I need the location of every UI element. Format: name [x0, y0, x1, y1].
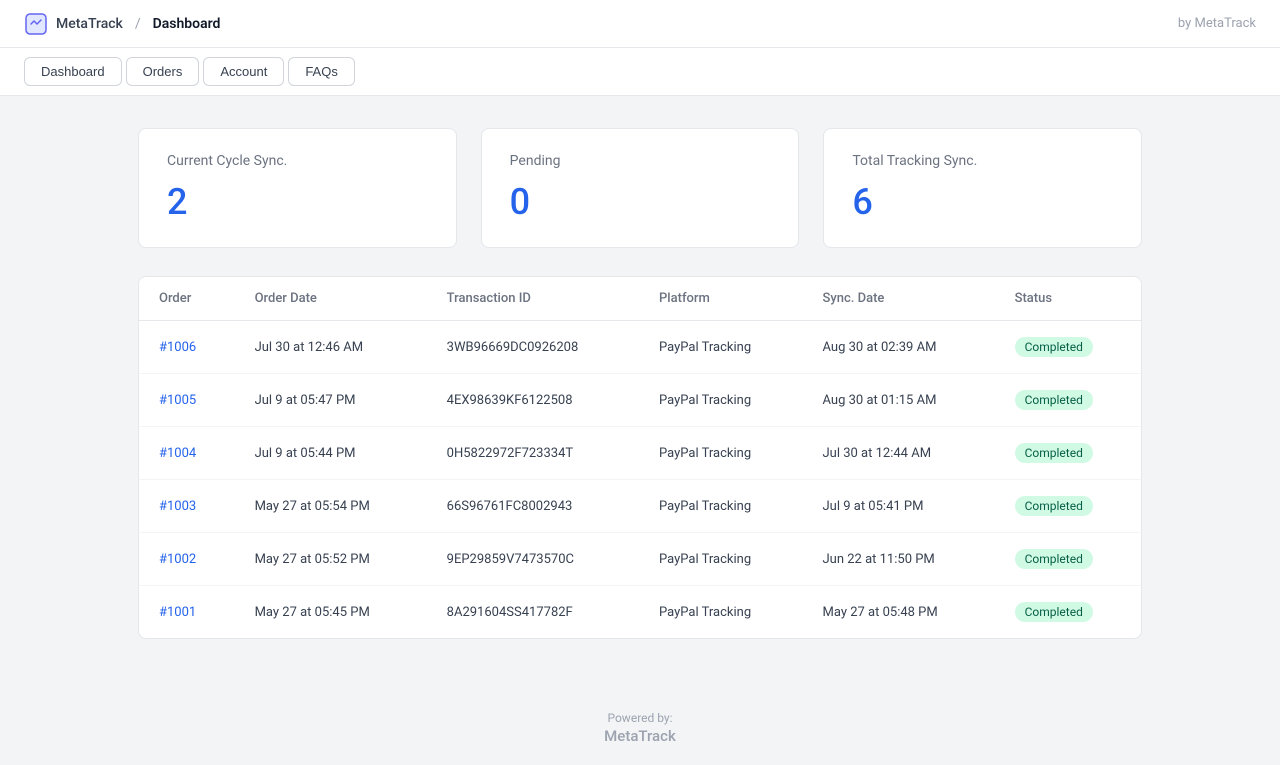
cell-order-date-4: May 27 at 05:52 PM	[235, 533, 427, 586]
table-row: #1005 Jul 9 at 05:47 PM 4EX98639KF612250…	[139, 374, 1141, 427]
cell-status-0: Completed	[995, 321, 1141, 374]
cell-order-date-5: May 27 at 05:45 PM	[235, 586, 427, 639]
col-platform: Platform	[639, 277, 803, 321]
cell-order-2[interactable]: #1004	[139, 427, 235, 480]
cell-order-5[interactable]: #1001	[139, 586, 235, 639]
cell-platform-5: PayPal Tracking	[639, 586, 803, 639]
stat-card-pending: Pending 0	[481, 128, 800, 248]
nav-account[interactable]: Account	[203, 57, 284, 86]
orders-table-container: Order Order Date Transaction ID Platform…	[138, 276, 1142, 639]
status-badge-1: Completed	[1015, 390, 1093, 410]
status-badge-4: Completed	[1015, 549, 1093, 569]
header-page: Dashboard	[153, 16, 221, 32]
header-by: by MetaTrack	[1178, 16, 1256, 31]
stat-card-current-cycle-sync: Current Cycle Sync. 2	[138, 128, 457, 248]
stats-row: Current Cycle Sync. 2 Pending 0 Total Tr…	[138, 128, 1142, 248]
status-badge-3: Completed	[1015, 496, 1093, 516]
header-brand: MetaTrack	[56, 16, 123, 32]
status-badge-0: Completed	[1015, 337, 1093, 357]
cell-status-3: Completed	[995, 480, 1141, 533]
stat-label-current-cycle-sync: Current Cycle Sync.	[167, 153, 428, 169]
cell-order-date-1: Jul 9 at 05:47 PM	[235, 374, 427, 427]
main-content: Current Cycle Sync. 2 Pending 0 Total Tr…	[90, 96, 1190, 671]
cell-sync-date-5: May 27 at 05:48 PM	[803, 586, 995, 639]
cell-sync-date-4: Jun 22 at 11:50 PM	[803, 533, 995, 586]
header-left: MetaTrack / Dashboard	[24, 12, 220, 36]
order-link-1[interactable]: #1005	[159, 393, 196, 408]
cell-transaction-id-1: 4EX98639KF6122508	[427, 374, 639, 427]
cell-order-4[interactable]: #1002	[139, 533, 235, 586]
stat-label-total-tracking-sync: Total Tracking Sync.	[852, 153, 1113, 169]
col-sync-date: Sync. Date	[803, 277, 995, 321]
cell-transaction-id-4: 9EP29859V7473570C	[427, 533, 639, 586]
cell-platform-2: PayPal Tracking	[639, 427, 803, 480]
cell-sync-date-3: Jul 9 at 05:41 PM	[803, 480, 995, 533]
table-header: Order Order Date Transaction ID Platform…	[139, 277, 1141, 321]
cell-platform-0: PayPal Tracking	[639, 321, 803, 374]
table-row: #1006 Jul 30 at 12:46 AM 3WB96669DC09262…	[139, 321, 1141, 374]
stat-card-total-tracking-sync: Total Tracking Sync. 6	[823, 128, 1142, 248]
cell-platform-3: PayPal Tracking	[639, 480, 803, 533]
cell-sync-date-1: Aug 30 at 01:15 AM	[803, 374, 995, 427]
stat-value-current-cycle-sync: 2	[167, 181, 428, 223]
navigation: Dashboard Orders Account FAQs	[0, 48, 1280, 96]
nav-faqs[interactable]: FAQs	[288, 57, 355, 86]
table-row: #1001 May 27 at 05:45 PM 8A291604SS41778…	[139, 586, 1141, 639]
table-row: #1004 Jul 9 at 05:44 PM 0H5822972F723334…	[139, 427, 1141, 480]
cell-status-5: Completed	[995, 586, 1141, 639]
header-separator: /	[135, 16, 141, 32]
footer: Powered by: MetaTrack	[0, 671, 1280, 765]
cell-platform-1: PayPal Tracking	[639, 374, 803, 427]
footer-brand: MetaTrack	[0, 727, 1280, 745]
order-link-0[interactable]: #1006	[159, 340, 196, 355]
nav-orders[interactable]: Orders	[126, 57, 200, 86]
col-transaction-id: Transaction ID	[427, 277, 639, 321]
table-header-row: Order Order Date Transaction ID Platform…	[139, 277, 1141, 321]
order-link-3[interactable]: #1003	[159, 499, 196, 514]
cell-platform-4: PayPal Tracking	[639, 533, 803, 586]
order-link-2[interactable]: #1004	[159, 446, 196, 461]
nav-dashboard[interactable]: Dashboard	[24, 57, 122, 86]
table-body: #1006 Jul 30 at 12:46 AM 3WB96669DC09262…	[139, 321, 1141, 639]
footer-powered-by: Powered by:	[607, 711, 672, 725]
cell-transaction-id-3: 66S96761FC8002943	[427, 480, 639, 533]
order-link-4[interactable]: #1002	[159, 552, 196, 567]
status-badge-5: Completed	[1015, 602, 1093, 622]
cell-transaction-id-5: 8A291604SS417782F	[427, 586, 639, 639]
cell-status-4: Completed	[995, 533, 1141, 586]
status-badge-2: Completed	[1015, 443, 1093, 463]
stat-label-pending: Pending	[510, 153, 771, 169]
order-link-5[interactable]: #1001	[159, 605, 196, 620]
cell-transaction-id-0: 3WB96669DC0926208	[427, 321, 639, 374]
cell-order-date-0: Jul 30 at 12:46 AM	[235, 321, 427, 374]
cell-sync-date-2: Jul 30 at 12:44 AM	[803, 427, 995, 480]
col-order: Order	[139, 277, 235, 321]
orders-table: Order Order Date Transaction ID Platform…	[139, 277, 1141, 638]
header: MetaTrack / Dashboard by MetaTrack	[0, 0, 1280, 48]
cell-status-1: Completed	[995, 374, 1141, 427]
cell-order-3[interactable]: #1003	[139, 480, 235, 533]
cell-status-2: Completed	[995, 427, 1141, 480]
col-order-date: Order Date	[235, 277, 427, 321]
cell-transaction-id-2: 0H5822972F723334T	[427, 427, 639, 480]
table-row: #1003 May 27 at 05:54 PM 66S96761FC80029…	[139, 480, 1141, 533]
stat-value-pending: 0	[510, 181, 771, 223]
cell-order-date-2: Jul 9 at 05:44 PM	[235, 427, 427, 480]
cell-order-date-3: May 27 at 05:54 PM	[235, 480, 427, 533]
cell-sync-date-0: Aug 30 at 02:39 AM	[803, 321, 995, 374]
table-row: #1002 May 27 at 05:52 PM 9EP29859V747357…	[139, 533, 1141, 586]
metatrack-logo-icon	[24, 12, 48, 36]
col-status: Status	[995, 277, 1141, 321]
stat-value-total-tracking-sync: 6	[852, 181, 1113, 223]
cell-order-1[interactable]: #1005	[139, 374, 235, 427]
cell-order-0[interactable]: #1006	[139, 321, 235, 374]
